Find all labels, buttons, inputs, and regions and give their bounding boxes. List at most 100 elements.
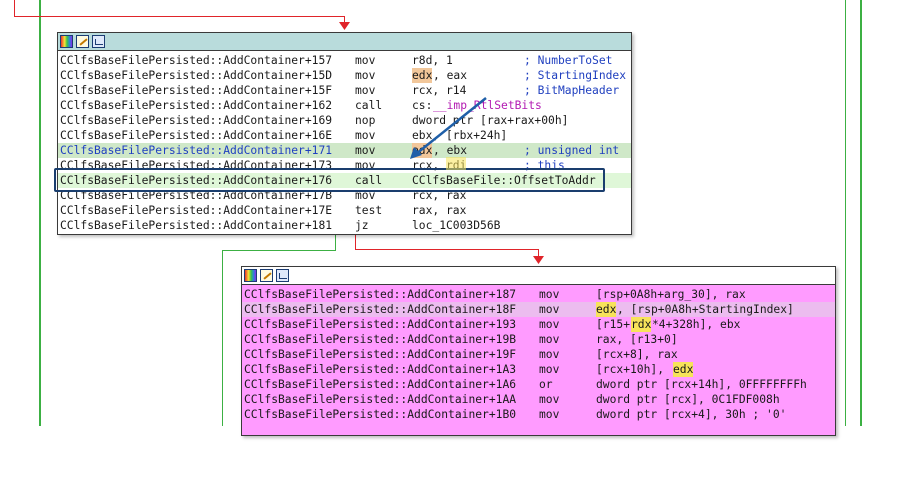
address-label: CClfsBaseFilePersisted::AddContainer+1B0 xyxy=(244,408,517,421)
edge-red-arrowhead-block2 xyxy=(533,256,544,264)
comment: ; StartingIndex xyxy=(524,69,627,82)
code-row[interactable]: CClfsBaseFilePersisted::AddContainer+1AA… xyxy=(242,392,835,407)
address-label: CClfsBaseFilePersisted::AddContainer+19F xyxy=(244,348,517,361)
comment: ; NumberToSet xyxy=(524,54,613,67)
edge-green-right-outer xyxy=(860,0,862,426)
rdi-highlight xyxy=(446,157,466,170)
code-row[interactable]: CClfsBaseFilePersisted::AddContainer+17E… xyxy=(58,203,631,218)
code-row[interactable]: CClfsBaseFilePersisted::AddContainer+193… xyxy=(242,317,835,332)
comment: ; unsigned int xyxy=(524,144,620,157)
register-highlight[interactable]: edx xyxy=(412,68,433,83)
register-highlight[interactable]: rdx xyxy=(631,317,652,332)
address-label: CClfsBaseFilePersisted::AddContainer+1AA xyxy=(244,393,517,406)
operands: [rsp+0A8h+arg_30], rax xyxy=(596,288,746,301)
edge-red-top-horizontal xyxy=(14,16,345,17)
operands: dword ptr [rcx+14h], 0FFFFFFFFh xyxy=(596,378,807,391)
code-row[interactable]: CClfsBaseFilePersisted::AddContainer+1B0… xyxy=(242,407,835,422)
operand-prefix: [rcx+10h], xyxy=(596,363,671,376)
edge-green-right-inner xyxy=(845,0,846,426)
address-label: CClfsBaseFilePersisted::AddContainer+19B xyxy=(244,333,517,346)
code-row[interactable]: CClfsBaseFilePersisted::AddContainer+187… xyxy=(242,287,835,302)
mnemonic: mov xyxy=(539,408,560,421)
code-row[interactable]: CClfsBaseFilePersisted::AddContainer+162… xyxy=(58,98,631,113)
mnemonic: mov xyxy=(355,84,376,97)
mnemonic: mov xyxy=(539,288,560,301)
block2-rows: CClfsBaseFilePersisted::AddContainer+187… xyxy=(242,285,835,422)
address-label: CClfsBaseFilePersisted::AddContainer+1A6 xyxy=(244,378,517,391)
code-block-2[interactable]: CClfsBaseFilePersisted::AddContainer+187… xyxy=(241,266,836,436)
operands: rax, rax xyxy=(412,204,467,217)
code-row[interactable]: CClfsBaseFilePersisted::AddContainer+1A3… xyxy=(242,362,835,377)
code-row[interactable]: CClfsBaseFilePersisted::AddContainer+19B… xyxy=(242,332,835,347)
operands: , eax xyxy=(433,69,468,82)
colors-icon[interactable] xyxy=(60,35,73,48)
address-label: CClfsBaseFilePersisted::AddContainer+17E xyxy=(60,204,333,217)
edit-icon[interactable] xyxy=(260,269,273,282)
edge-red-top-left-vertical xyxy=(14,0,15,17)
register-highlight[interactable]: edx xyxy=(596,302,617,317)
mnemonic: jz xyxy=(355,219,369,232)
register-highlight[interactable]: edx xyxy=(673,362,694,377)
code-row[interactable]: CClfsBaseFilePersisted::AddContainer+181… xyxy=(58,218,631,233)
mnemonic: mov xyxy=(355,144,376,157)
address-label: CClfsBaseFilePersisted::AddContainer+16E xyxy=(60,129,333,142)
address-label: CClfsBaseFilePersisted::AddContainer+181 xyxy=(60,219,333,232)
mnemonic: nop xyxy=(355,114,376,127)
address-label: CClfsBaseFilePersisted::AddContainer+169 xyxy=(60,114,333,127)
address-label: CClfsBaseFilePersisted::AddContainer+162 xyxy=(60,99,333,112)
mnemonic: mov xyxy=(539,348,560,361)
address-label: CClfsBaseFilePersisted::AddContainer+15D xyxy=(60,69,333,82)
operands: *4+328h], ebx xyxy=(652,318,741,331)
edge-green-from-block1-horizontal xyxy=(222,250,336,251)
mnemonic: mov xyxy=(539,393,560,406)
code-block-1[interactable]: CClfsBaseFilePersisted::AddContainer+157… xyxy=(57,32,632,235)
block1-rows: CClfsBaseFilePersisted::AddContainer+157… xyxy=(58,51,631,233)
focus-box-annotation xyxy=(54,168,605,192)
operand-prefix: [r15+ xyxy=(596,318,631,331)
operands: , [rsp+0A8h+StartingIndex] xyxy=(617,303,794,316)
code-row[interactable]: CClfsBaseFilePersisted::AddContainer+19F… xyxy=(242,347,835,362)
arrow-annotation xyxy=(410,97,487,159)
address-label: CClfsBaseFilePersisted::AddContainer+171 xyxy=(60,144,333,157)
jump-target[interactable]: loc_1C003D56B xyxy=(412,218,500,233)
edge-green-from-block1-vertical xyxy=(335,235,336,251)
edit-icon[interactable] xyxy=(76,35,89,48)
mnemonic: mov xyxy=(355,129,376,142)
edge-green-left xyxy=(39,0,41,426)
address-label: CClfsBaseFilePersisted::AddContainer+187 xyxy=(244,288,517,301)
code-row[interactable]: CClfsBaseFilePersisted::AddContainer+16E… xyxy=(58,128,631,143)
graph-icon[interactable] xyxy=(276,269,289,282)
code-row[interactable]: CClfsBaseFilePersisted::AddContainer+15F… xyxy=(58,83,631,98)
operands: dword ptr [rcx+4], 30h ; '0' xyxy=(596,408,787,421)
block2-titlebar xyxy=(242,267,835,285)
mnemonic: mov xyxy=(539,318,560,331)
mnemonic: mov xyxy=(355,54,376,67)
colors-icon[interactable] xyxy=(244,269,257,282)
code-row[interactable]: CClfsBaseFilePersisted::AddContainer+15D… xyxy=(58,68,631,83)
block1-titlebar xyxy=(58,33,631,51)
mnemonic: or xyxy=(539,378,553,391)
operands: dword ptr [rcx], 0C1FDF008h xyxy=(596,393,780,406)
code-row[interactable]: CClfsBaseFilePersisted::AddContainer+157… xyxy=(58,53,631,68)
address-label: CClfsBaseFilePersisted::AddContainer+15F xyxy=(60,84,333,97)
edge-red-arrowhead-top xyxy=(339,22,350,30)
code-row-selected[interactable]: CClfsBaseFilePersisted::AddContainer+171… xyxy=(58,143,631,158)
graph-icon[interactable] xyxy=(92,35,105,48)
edge-red-to-block2-vertical xyxy=(355,235,356,250)
operands: rax, [r13+0] xyxy=(596,333,678,346)
code-row-highlighted[interactable]: CClfsBaseFilePersisted::AddContainer+18F… xyxy=(242,302,835,317)
address-label: CClfsBaseFilePersisted::AddContainer+193 xyxy=(244,318,517,331)
code-row[interactable]: CClfsBaseFilePersisted::AddContainer+169… xyxy=(58,113,631,128)
address-label: CClfsBaseFilePersisted::AddContainer+18F xyxy=(244,303,517,316)
mnemonic: mov xyxy=(355,69,376,82)
address-label: CClfsBaseFilePersisted::AddContainer+1A3 xyxy=(244,363,517,376)
mnemonic: call xyxy=(355,99,383,112)
operands: [rcx+8], rax xyxy=(596,348,678,361)
code-row[interactable]: CClfsBaseFilePersisted::AddContainer+1A6… xyxy=(242,377,835,392)
address-label: CClfsBaseFilePersisted::AddContainer+157 xyxy=(60,54,333,67)
edge-red-to-block2-horizontal xyxy=(355,249,539,250)
mnemonic: mov xyxy=(539,333,560,346)
operands: r8d, 1 xyxy=(412,54,453,67)
edge-green-from-block1-down xyxy=(222,250,223,426)
mnemonic: mov xyxy=(539,363,560,376)
